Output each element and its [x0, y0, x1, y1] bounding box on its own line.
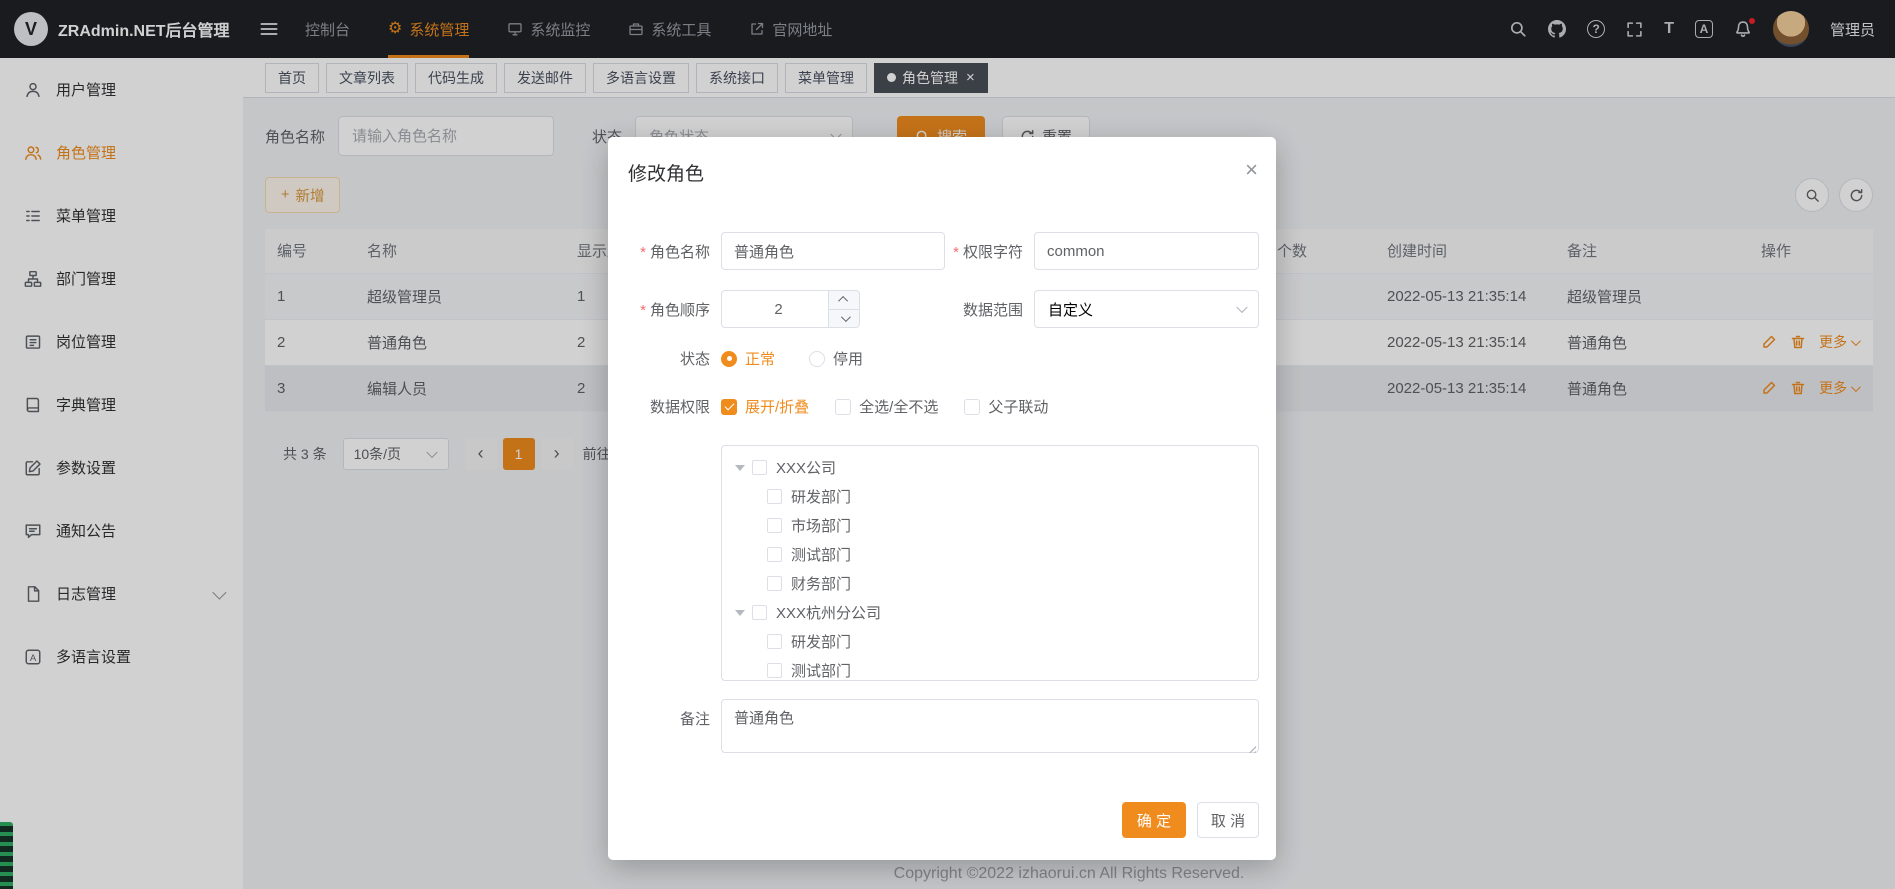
dialog-form: 角色名称 权限字符 角色顺序 数据范围 自定义 状态: [608, 232, 1276, 758]
radio-icon: [809, 351, 825, 367]
dialog-footer: 确 定 取 消: [1122, 802, 1259, 838]
checkbox-icon: [964, 399, 980, 415]
radio-status-normal[interactable]: 正常: [721, 348, 775, 369]
checkbox-parent-child-link[interactable]: 父子联动: [964, 396, 1048, 417]
confirm-button[interactable]: 确 定: [1122, 802, 1186, 838]
tree-checkbox[interactable]: [767, 576, 782, 591]
department-tree: XXX公司 研发部门 市场部门 测试部门 财务部门 XXX杭州分公司: [721, 445, 1259, 681]
tree-node[interactable]: 市场部门: [722, 511, 1258, 540]
perm-char-label: 权限字符: [945, 241, 1034, 262]
tree-checkbox[interactable]: [767, 547, 782, 562]
form-row-data-perm: 数据权限 展开/折叠 全选/全不选 父子联动: [628, 396, 1259, 417]
remark-label: 备注: [628, 699, 721, 729]
stepper-up-button[interactable]: [829, 291, 859, 310]
tree-node[interactable]: 研发部门: [722, 482, 1258, 511]
edit-role-dialog: 修改角色 × 角色名称 权限字符 角色顺序 数据范围 自定义: [608, 137, 1276, 860]
checkbox-icon: [721, 399, 737, 415]
checkbox-expand-collapse[interactable]: 展开/折叠: [721, 396, 809, 417]
remark-textarea[interactable]: 普通角色: [721, 699, 1259, 753]
tree-checkbox[interactable]: [752, 605, 767, 620]
dialog-title: 修改角色: [628, 159, 704, 186]
data-scope-select[interactable]: 自定义: [1034, 290, 1259, 328]
cancel-button[interactable]: 取 消: [1197, 802, 1259, 838]
data-perm-label: 数据权限: [628, 396, 721, 417]
close-icon[interactable]: ×: [1245, 159, 1258, 181]
tree-node[interactable]: 财务部门: [722, 569, 1258, 598]
caret-down-icon[interactable]: [735, 610, 745, 616]
tree-checkbox[interactable]: [767, 663, 782, 678]
chevron-down-icon: [840, 312, 850, 322]
radio-icon: [721, 351, 737, 367]
role-name-field-label: 角色名称: [628, 241, 721, 262]
tree-node[interactable]: 测试部门: [722, 656, 1258, 681]
tree-checkbox[interactable]: [752, 460, 767, 475]
perm-char-field[interactable]: [1034, 232, 1259, 270]
role-order-stepper: [721, 290, 860, 328]
tree-node[interactable]: 测试部门: [722, 540, 1258, 569]
radio-status-disabled[interactable]: 停用: [809, 348, 863, 369]
chevron-up-icon: [838, 296, 848, 306]
stepper-down-button[interactable]: [829, 310, 859, 328]
tree-node[interactable]: XXX杭州分公司: [722, 598, 1258, 627]
status-field-label: 状态: [628, 348, 721, 369]
checkbox-select-all[interactable]: 全选/全不选: [835, 396, 938, 417]
form-row-order-scope: 角色顺序 数据范围 自定义: [628, 290, 1259, 328]
tree-node[interactable]: XXX公司: [722, 453, 1258, 482]
tree-checkbox[interactable]: [767, 634, 782, 649]
chevron-down-icon: [1236, 302, 1247, 313]
checkbox-icon: [835, 399, 851, 415]
tree-checkbox[interactable]: [767, 489, 782, 504]
data-scope-label: 数据范围: [860, 299, 1034, 320]
tree-node[interactable]: 研发部门: [722, 627, 1258, 656]
tree-checkbox[interactable]: [767, 518, 782, 533]
role-name-field[interactable]: [721, 232, 945, 270]
role-order-label: 角色顺序: [628, 299, 721, 320]
caret-down-icon[interactable]: [735, 465, 745, 471]
form-row-remark: 备注 普通角色: [628, 699, 1259, 758]
form-row-status: 状态 正常 停用: [628, 348, 1259, 369]
form-row-name-perm: 角色名称 权限字符: [628, 232, 1259, 270]
